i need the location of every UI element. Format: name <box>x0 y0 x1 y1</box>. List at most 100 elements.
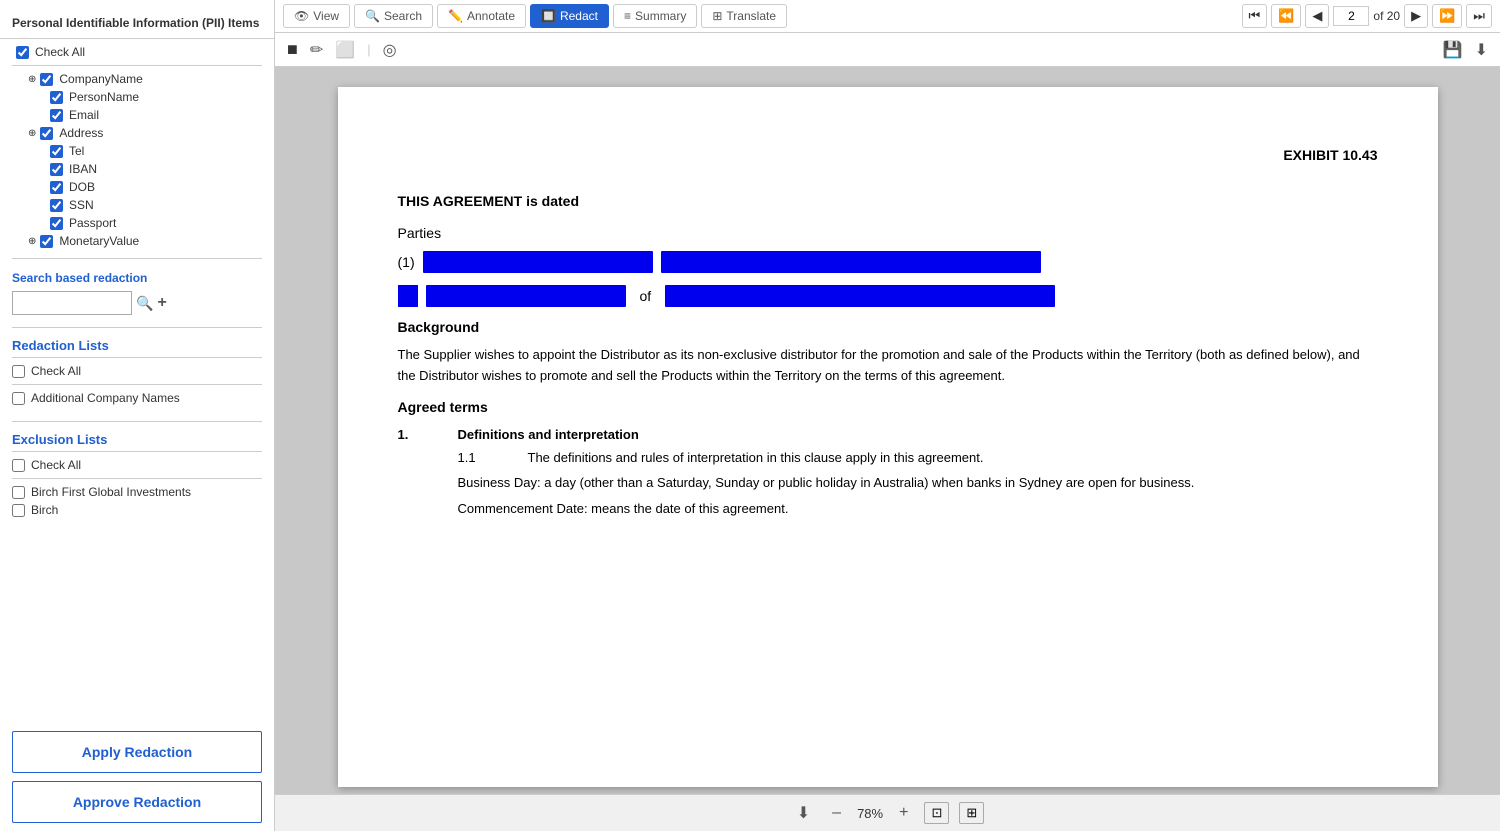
pii-item-address[interactable]: ⊕ Address <box>0 124 274 142</box>
pii-checkbox-email[interactable] <box>50 109 63 122</box>
drawing-tools: ■ ✏ ⬜ | ◎ <box>283 37 401 62</box>
zoom-out-icon: – <box>832 804 841 821</box>
exclusion-birch-checkbox[interactable] <box>12 504 25 517</box>
search-redaction-btn[interactable]: 🔍 <box>136 295 153 312</box>
bottom-bar: ⬇ – 78% + ⊡ ⊞ <box>275 794 1500 831</box>
exhibit-label: EXHIBIT 10.43 <box>398 147 1378 163</box>
expand-btn[interactable]: ⊞ <box>959 802 984 824</box>
pii-item-passport[interactable]: Passport <box>0 214 274 232</box>
fit-page-btn[interactable]: ⊡ <box>924 802 949 824</box>
redaction-list-item-additional[interactable]: Additional Company Names <box>12 389 262 407</box>
search-redaction-label: Search based redaction <box>12 271 262 285</box>
pii-checkbox-companyname[interactable] <box>40 73 53 86</box>
zoom-out-btn[interactable]: – <box>826 802 847 824</box>
page-of-label: of 20 <box>1373 9 1400 23</box>
tab-annotate[interactable]: ✏️ Annotate <box>437 4 526 28</box>
redaction-lists-section: Redaction Lists Check All Additional Com… <box>0 332 274 413</box>
business-day-def: Business Day: a day (other than a Saturd… <box>398 473 1378 494</box>
redact-bar-4 <box>665 285 1055 307</box>
pii-item-personname[interactable]: PersonName <box>0 88 274 106</box>
exclusion-list-check-all-checkbox[interactable] <box>12 459 25 472</box>
add-redaction-btn[interactable]: + <box>157 294 166 312</box>
redact-icon: 🔲 <box>541 9 556 23</box>
exclusion-list-item-birch-global[interactable]: Birch First Global Investments <box>12 483 262 501</box>
search-redaction-input[interactable] <box>12 291 132 315</box>
agreement-line: THIS AGREEMENT is dated <box>398 193 1378 209</box>
translate-icon: ⊞ <box>712 9 722 23</box>
tab-summary[interactable]: ≡ Summary <box>613 4 697 28</box>
search-tab-icon: 🔍 <box>365 9 380 23</box>
nav-next-btn[interactable]: ▶ <box>1404 4 1428 28</box>
zoom-in-btn[interactable]: + <box>893 802 914 824</box>
nav-first-btn[interactable]: ⏮ <box>1242 4 1268 28</box>
view-icon: 👁 <box>294 9 309 23</box>
tab-translate[interactable]: ⊞ Translate <box>701 4 787 28</box>
exclusion-lists-section: Exclusion Lists Check All Birch First Gl… <box>0 426 274 525</box>
main-area: 👁 View 🔍 Search ✏️ Annotate 🔲 Redact ≡ S… <box>275 0 1500 831</box>
agreed-terms-label: Agreed terms <box>398 399 1378 415</box>
sub-clause-11: 1.1 The definitions and rules of interpr… <box>398 450 1378 465</box>
party-row-2: of <box>398 285 1378 307</box>
tab-redact[interactable]: 🔲 Redact <box>530 4 609 28</box>
redaction-lists-title: Redaction Lists <box>12 338 262 353</box>
pii-item-dob[interactable]: DOB <box>0 178 274 196</box>
pii-item-companyname[interactable]: ⊕ CompanyName <box>0 70 274 88</box>
tab-view[interactable]: 👁 View <box>283 4 350 28</box>
clause-1: 1. Definitions and interpretation <box>398 427 1378 442</box>
pii-item-email[interactable]: Email <box>0 106 274 124</box>
check-all-pii-checkbox[interactable] <box>16 46 29 59</box>
approve-redaction-button[interactable]: Approve Redaction <box>12 781 262 823</box>
download-btn[interactable]: ⬇ <box>1471 38 1492 62</box>
page-number-input[interactable] <box>1333 6 1369 26</box>
check-all-pii[interactable]: Check All <box>0 43 274 61</box>
nav-next-last-btn[interactable]: ⏩ <box>1432 4 1462 28</box>
pii-checkbox-personname[interactable] <box>50 91 63 104</box>
zoom-level-label: 78% <box>857 806 883 821</box>
tree-toggle-monetary[interactable]: ⊕ <box>28 236 36 247</box>
top-toolbar: 👁 View 🔍 Search ✏️ Annotate 🔲 Redact ≡ S… <box>275 0 1500 33</box>
redaction-list-check-all[interactable]: Check All <box>12 362 262 380</box>
pii-checkbox-monetaryvalue[interactable] <box>40 235 53 248</box>
toolbar-tabs: 👁 View 🔍 Search ✏️ Annotate 🔲 Redact ≡ S… <box>283 4 787 28</box>
pii-checkbox-address[interactable] <box>40 127 53 140</box>
nav-last-btn[interactable]: ⏭ <box>1466 4 1492 28</box>
exclusion-lists-title: Exclusion Lists <box>12 432 262 447</box>
pii-checkbox-dob[interactable] <box>50 181 63 194</box>
nav-prev-btn[interactable]: ◀ <box>1305 4 1329 28</box>
summary-icon: ≡ <box>624 9 631 23</box>
pii-checkbox-iban[interactable] <box>50 163 63 176</box>
fit-page-icon: ⊡ <box>931 805 942 820</box>
sub-clause-11-num: 1.1 <box>458 450 498 465</box>
redaction-list-additional-checkbox[interactable] <box>12 392 25 405</box>
pii-item-iban[interactable]: IBAN <box>0 160 274 178</box>
pen-tool-btn[interactable]: ✏ <box>306 38 327 62</box>
pii-item-monetaryvalue[interactable]: ⊕ MonetaryValue <box>0 232 274 250</box>
settings-tool-btn[interactable]: ◎ <box>379 38 401 62</box>
save-btn[interactable]: 💾 <box>1439 38 1467 62</box>
sub-clause-11-text: The definitions and rules of interpretat… <box>528 450 984 465</box>
document-viewer[interactable]: EXHIBIT 10.43 THIS AGREEMENT is dated Pa… <box>275 67 1500 794</box>
pii-checkbox-tel[interactable] <box>50 145 63 158</box>
redaction-list-check-all-checkbox[interactable] <box>12 365 25 378</box>
clause-1-num: 1. <box>398 427 428 442</box>
document-page: EXHIBIT 10.43 THIS AGREEMENT is dated Pa… <box>338 87 1438 787</box>
party-row-1: (1) <box>398 251 1378 273</box>
apply-redaction-button[interactable]: Apply Redaction <box>12 731 262 773</box>
secondary-toolbar: ■ ✏ ⬜ | ◎ 💾 ⬇ <box>275 33 1500 67</box>
search-redaction-section: Search based redaction 🔍 + <box>0 263 274 319</box>
pii-checkbox-passport[interactable] <box>50 217 63 230</box>
rect-tool-btn[interactable]: ■ <box>283 37 302 62</box>
pii-checkbox-ssn[interactable] <box>50 199 63 212</box>
pii-item-ssn[interactable]: SSN <box>0 196 274 214</box>
exclusion-list-check-all[interactable]: Check All <box>12 456 262 474</box>
nav-prev-first-btn[interactable]: ⏪ <box>1271 4 1301 28</box>
tree-toggle-address[interactable]: ⊕ <box>28 128 36 139</box>
redact-bar-3 <box>426 285 626 307</box>
rect-outline-tool-btn[interactable]: ⬜ <box>331 38 359 62</box>
exclusion-list-item-birch[interactable]: Birch <box>12 501 262 519</box>
scroll-down-btn[interactable]: ⬇ <box>791 801 816 825</box>
pii-item-tel[interactable]: Tel <box>0 142 274 160</box>
exclusion-birch-global-checkbox[interactable] <box>12 486 25 499</box>
tab-search[interactable]: 🔍 Search <box>354 4 433 28</box>
tree-toggle-company[interactable]: ⊕ <box>28 74 36 85</box>
